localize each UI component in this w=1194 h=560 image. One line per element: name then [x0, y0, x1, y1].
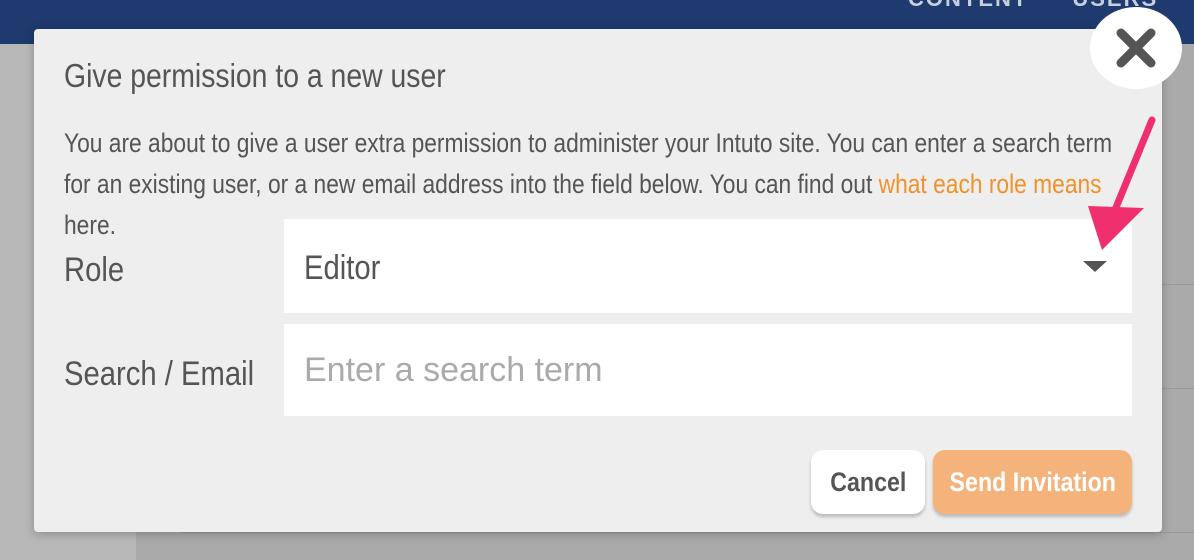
- send-invitation-label: Send Invitation: [949, 466, 1116, 497]
- pink-arrow-annotation: [1088, 116, 1156, 250]
- role-label: Role: [64, 251, 125, 289]
- send-invitation-button[interactable]: Send Invitation: [933, 450, 1132, 514]
- close-button[interactable]: [1090, 7, 1182, 89]
- cancel-button[interactable]: Cancel: [811, 450, 925, 514]
- search-email-input[interactable]: [284, 324, 1132, 416]
- role-select-value: Editor: [304, 249, 381, 287]
- cancel-button-label: Cancel: [829, 466, 907, 497]
- role-info-link[interactable]: what each role means: [879, 169, 1102, 199]
- background-row-divider: [180, 532, 1194, 533]
- invite-user-modal: Give permission to a new user You are ab…: [34, 29, 1162, 532]
- description-text-end: here.: [64, 210, 116, 240]
- caret-down-icon: [1083, 261, 1107, 272]
- role-select[interactable]: Editor: [284, 219, 1132, 313]
- close-icon: [1116, 28, 1156, 68]
- search-email-label: Search / Email: [64, 355, 255, 393]
- nav-item-content[interactable]: CONTENT: [908, 0, 1028, 12]
- modal-title: Give permission to a new user: [64, 57, 446, 94]
